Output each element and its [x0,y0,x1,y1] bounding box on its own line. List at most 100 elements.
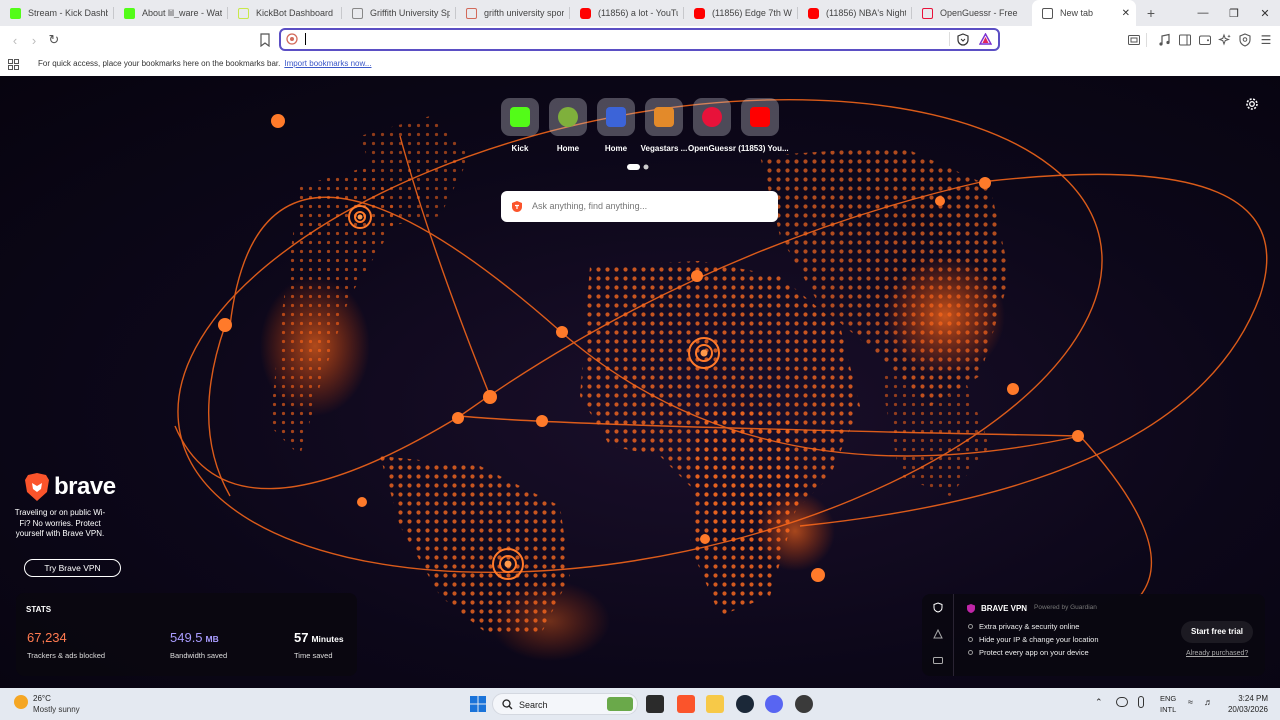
file-explorer-icon[interactable] [706,695,724,713]
menu-icon[interactable]: ☰ [1257,31,1275,49]
tab-active[interactable]: New tab ✕ [1032,0,1136,26]
wifi-icon[interactable]: ≈ [1188,697,1193,707]
import-bookmarks-link[interactable]: Import bookmarks now... [284,59,371,68]
start-free-trial-button[interactable]: Start free trial [1181,621,1253,643]
discord-icon[interactable] [765,695,783,713]
tab-title: New tab [1060,8,1094,18]
brave-shield-icon [1042,7,1053,19]
trackers-stat: 67,234 Trackers & ads blocked [27,629,105,660]
clock-time[interactable]: 3:24 PM [1228,694,1268,703]
new-tab-page: Kick Home Home Vegastars ... OpenGuessr (118… [0,76,1280,688]
tab[interactable]: KickBot Dashboard [228,0,342,26]
forward-icon[interactable]: › [25,31,43,49]
tab[interactable]: About lil_ware - Watch [114,0,228,26]
weather-icon[interactable] [14,695,28,709]
sidebar-tabs-icon[interactable] [1127,33,1141,47]
back-icon[interactable]: ‹ [6,31,24,49]
search-icon [502,699,513,710]
brave-taskbar-icon[interactable] [677,695,695,713]
search-box[interactable]: Ask anything, find anything... [501,191,778,222]
leo-ai-icon[interactable] [1218,33,1232,47]
steam-icon[interactable] [736,695,754,713]
bookmark-icon[interactable] [258,33,272,47]
apps-grid-icon[interactable] [8,59,19,70]
brave-logo: brave [24,472,116,502]
vpn-title: BRAVE VPN [981,604,1028,613]
globe-icon [352,7,363,19]
shortcut-label: Home [604,144,628,153]
sidebar-icon[interactable] [1178,33,1192,47]
obs-icon[interactable] [795,695,813,713]
media-icon[interactable] [1158,33,1172,47]
stats-header: STATS [26,605,52,614]
youtube-icon [741,98,779,136]
url-input[interactable] [303,32,903,47]
microphone-icon[interactable] [1138,696,1144,708]
search-highlight-icon [607,697,633,711]
vpn-tab-icon[interactable] [933,602,943,613]
try-brave-vpn-button[interactable]: Try Brave VPN [24,559,121,577]
tab-title: (11856) Edge 7th WW [712,8,792,18]
tabs-container: Stream - Kick Dashboard About lil_ware - … [0,0,1136,26]
taskbar-search-label: Search [519,700,548,710]
shortcut-tile[interactable]: Kick [496,98,544,153]
clock-date[interactable]: 20/03/2026 [1224,705,1268,714]
shortcut-tile[interactable]: OpenGuessr (11853) You... [688,98,789,153]
keyboard-layout[interactable]: INTL [1160,705,1176,714]
tab[interactable]: OpenGuessr - Free [912,0,1026,26]
minimize-button[interactable]: — [1187,0,1219,26]
tab[interactable]: Stream - Kick Dashboard [0,0,114,26]
pagination-dots[interactable] [627,164,649,170]
tab[interactable]: (11856) a lot - YouTube [570,0,684,26]
shortcut-tile[interactable]: Home [544,98,592,153]
trackers-value: 67,234 [27,630,67,645]
already-purchased-link[interactable]: Already purchased? [1186,650,1248,657]
address-bar[interactable] [279,28,1000,51]
taskbar-search[interactable]: Search [492,693,638,715]
time-stat: 57 Minutes Time saved [294,629,344,660]
tray-chevron-icon[interactable]: ⌃ [1095,697,1103,708]
rewards-tab-icon[interactable] [933,629,943,639]
settings-gear-icon[interactable] [1245,97,1259,111]
talk-tab-icon[interactable] [933,656,943,665]
shortcut-tile[interactable]: Vegastars ... [640,98,688,153]
brave-shields-icon[interactable] [957,33,969,46]
tab-title: Griffith University Sport [370,8,450,18]
tab[interactable]: (11856) Edge 7th WW [684,0,798,26]
check-icon [968,637,973,642]
tab-strip: Stream - Kick Dashboard About lil_ware - … [0,0,1280,26]
toolbar-divider [1146,33,1147,47]
kick-icon [10,7,21,19]
weather-temp[interactable]: 26°C [33,694,51,703]
check-icon [968,650,973,655]
reload-icon[interactable]: ↻ [45,31,63,49]
windows-start-icon[interactable] [470,696,486,712]
shortcut-tile[interactable] [736,98,784,144]
vpn-shield-icon[interactable] [1238,33,1252,47]
vpn-powered-by: Powered by Guardian [1034,604,1097,611]
weather-desc[interactable]: Mostly sunny [33,705,80,714]
volume-icon[interactable]: ♬ [1204,697,1213,707]
language-code[interactable]: ENG [1160,694,1176,703]
vpn-feature-text: Hide your IP & change your location [979,635,1099,644]
toolbar: ‹ › ↻ ☰ [0,26,1280,54]
brave-rewards-icon[interactable] [979,33,992,45]
new-tab-button[interactable]: + [1140,2,1162,24]
tab[interactable]: grifth university sports [456,0,570,26]
search-placeholder: Ask anything, find anything... [532,201,648,211]
close-window-button[interactable]: ✕ [1249,0,1280,26]
brave-wordmark: brave [54,473,116,500]
shortcut-icon-shape [510,107,530,127]
cloud-icon[interactable] [1116,697,1128,707]
close-tab-icon[interactable]: ✕ [1122,8,1130,19]
maximize-button[interactable]: ❐ [1218,0,1250,26]
search-engine-icon [466,7,477,19]
task-view-icon[interactable] [646,695,664,713]
shortcut-icon-shape [702,107,722,127]
shortcut-tile[interactable]: Home [592,98,640,153]
shortcut-icon-shape [558,107,578,127]
tab[interactable]: Griffith University Sport [342,0,456,26]
wallet-icon[interactable] [1198,33,1212,47]
tab[interactable]: (11856) NBA's Nightly [798,0,912,26]
shortcut-label: Kick [511,144,529,153]
